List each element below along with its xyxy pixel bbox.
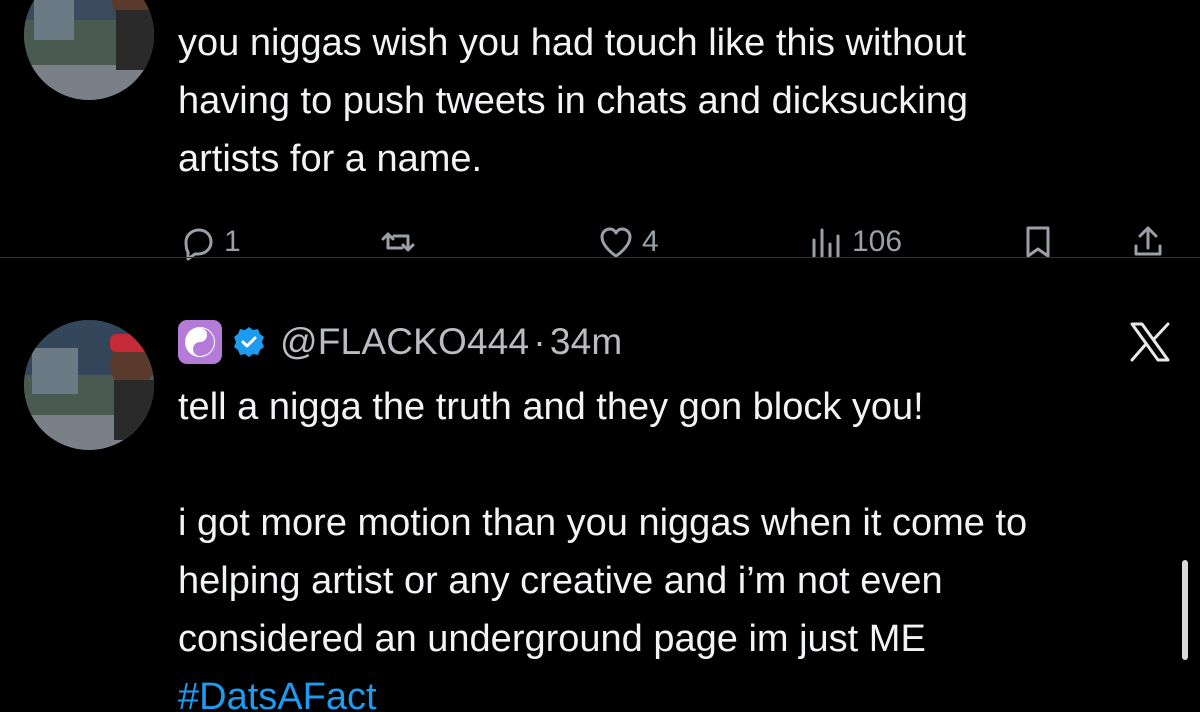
view-count: 106 — [852, 225, 903, 258]
hashtag-link[interactable]: #DatsAFact — [178, 676, 377, 712]
timestamp[interactable]: 34m — [550, 321, 623, 363]
avatar[interactable] — [24, 320, 154, 450]
share-upload-icon — [1134, 226, 1162, 256]
user-handle[interactable]: @FLACKO444 — [280, 321, 529, 363]
repost-button[interactable] — [378, 222, 424, 262]
share-button[interactable] — [1128, 222, 1168, 262]
like-count: 4 — [642, 225, 659, 258]
bookmark-icon — [1026, 226, 1050, 258]
separator-dot: · — [533, 321, 546, 362]
x-logo-icon — [1130, 322, 1170, 362]
tweet-card[interactable]: @FLACKO444 · 34m tell a nigga the truth … — [0, 290, 1200, 712]
bar-chart-icon — [812, 228, 840, 258]
views-button[interactable]: 106 — [806, 222, 902, 262]
tweet-text: tell a nigga the truth and they gon bloc… — [178, 378, 1178, 712]
yin-yang-icon — [178, 320, 222, 364]
tweet-card[interactable]: you niggas wish you had touch like this … — [0, 0, 1200, 288]
tweet-header: @FLACKO444 · 34m — [178, 318, 622, 366]
like-button[interactable]: 4 — [596, 222, 659, 262]
tweet-actions: 1 4 106 — [178, 222, 1178, 262]
reply-button[interactable]: 1 — [178, 222, 241, 262]
reply-count: 1 — [224, 225, 241, 258]
tweet-text: you niggas wish you had touch like this … — [178, 22, 969, 180]
tweet-divider — [0, 257, 1200, 258]
speech-bubble-icon — [184, 228, 213, 261]
verified-check-icon — [234, 327, 264, 357]
heart-icon — [600, 227, 632, 258]
bookmark-button[interactable] — [1018, 222, 1058, 262]
tweet-body: tell a nigga the truth and they gon bloc… — [178, 386, 1028, 660]
avatar[interactable] — [24, 0, 154, 100]
repost-arrows-icon — [381, 232, 415, 252]
scrollbar[interactable] — [1182, 560, 1188, 660]
